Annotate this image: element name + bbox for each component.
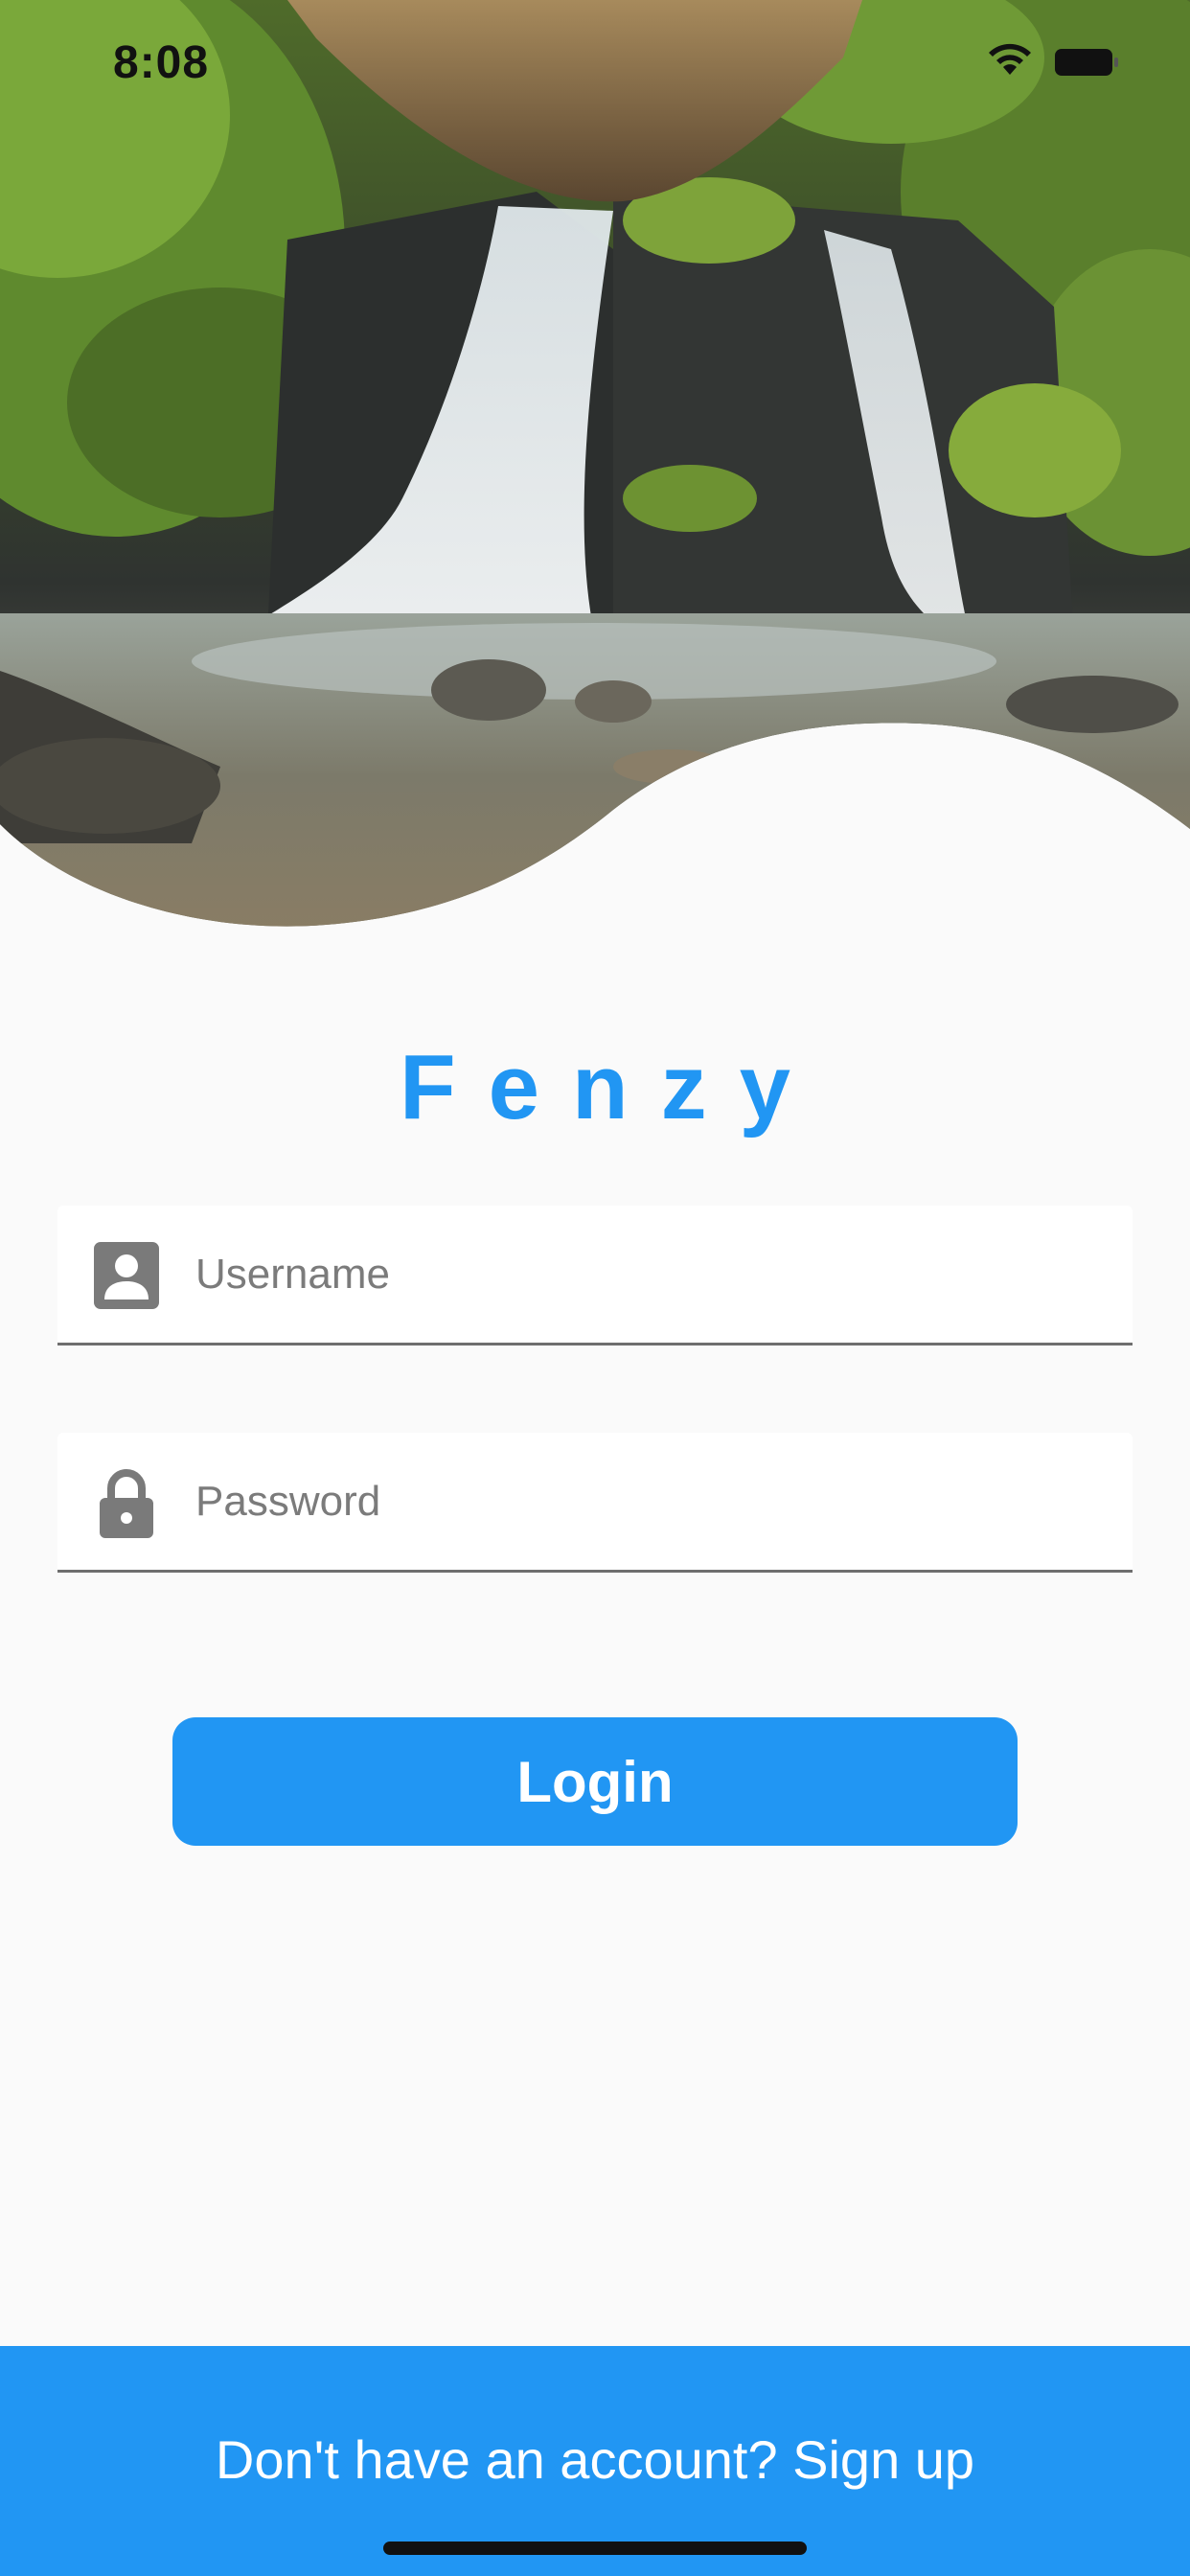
- status-time: 8:08: [113, 37, 210, 88]
- wifi-icon: [989, 43, 1031, 75]
- home-indicator[interactable]: [383, 2542, 807, 2555]
- account-box-icon: [94, 1242, 159, 1309]
- username-input[interactable]: [195, 1206, 1106, 1343]
- signup-link[interactable]: Don't have an account? Sign up: [0, 2426, 1190, 2494]
- lock-icon: [100, 1469, 153, 1538]
- app-title: Fenzy: [399, 1036, 824, 1138]
- login-screen: 8:08 Fenzy Login Don't have: [0, 0, 1190, 2576]
- login-button[interactable]: Login: [172, 1717, 1018, 1846]
- password-field[interactable]: [57, 1433, 1133, 1573]
- battery-icon: [1055, 49, 1118, 76]
- signup-footer: Don't have an account? Sign up: [0, 2346, 1190, 2576]
- status-bar: 8:08: [0, 0, 1190, 125]
- password-input[interactable]: [195, 1433, 1106, 1570]
- username-field[interactable]: [57, 1206, 1133, 1346]
- header-waterfall-image: [0, 0, 1190, 939]
